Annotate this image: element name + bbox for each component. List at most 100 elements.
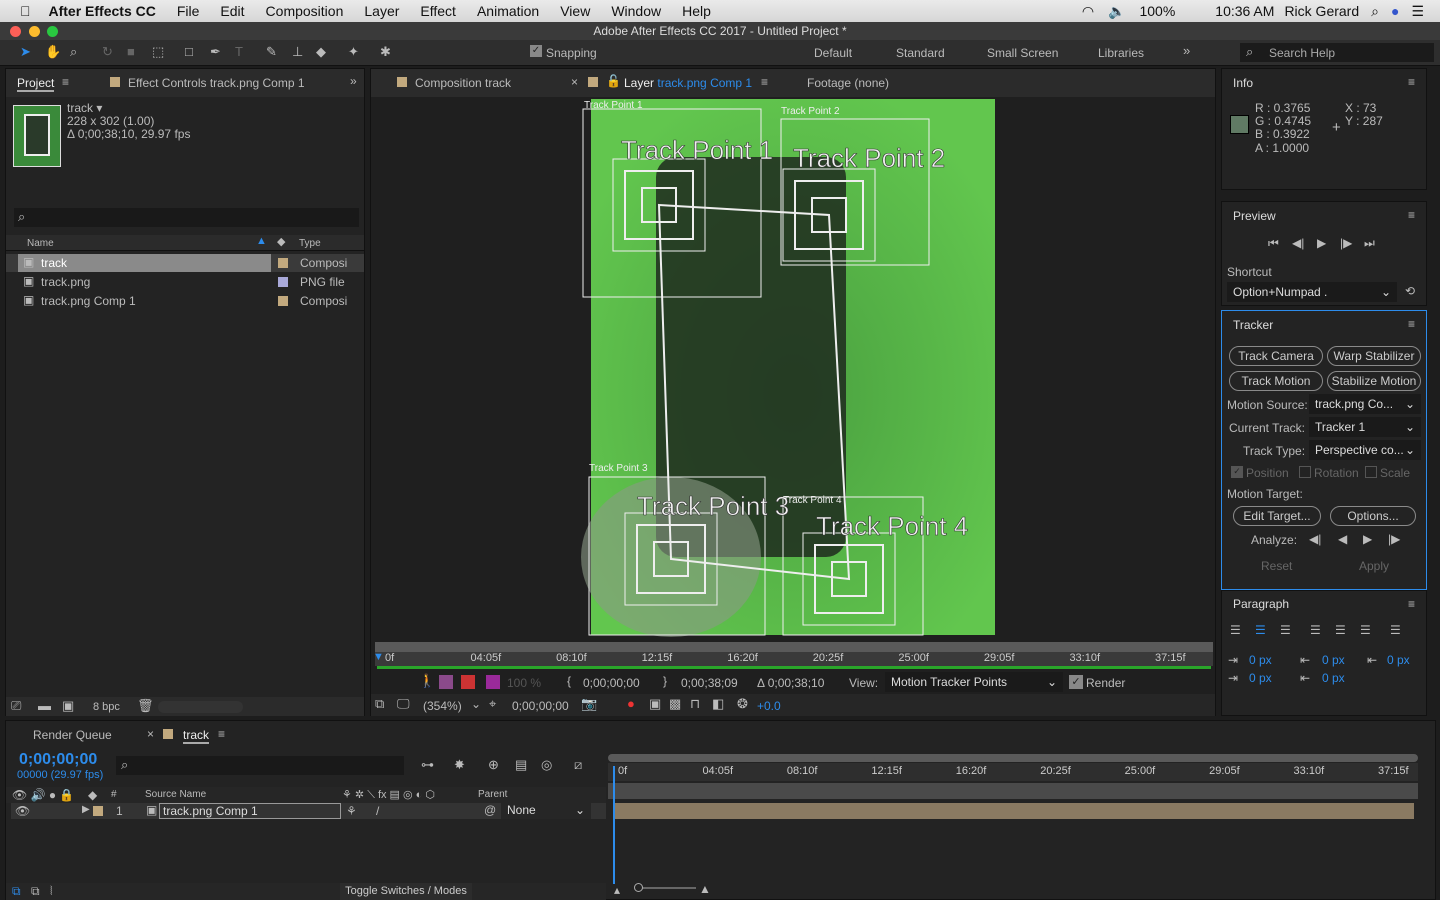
warp-stabilizer-button[interactable]: Warp Stabilizer bbox=[1327, 346, 1421, 366]
analyze-backward-one-icon[interactable]: ◀| bbox=[1309, 532, 1321, 546]
project-item[interactable]: ▣ track.png PNG file bbox=[6, 273, 364, 291]
label-tag-icon[interactable]: ◆ bbox=[277, 235, 285, 248]
onion-skin-icon[interactable] bbox=[439, 675, 453, 689]
tab-layer[interactable]: Layer track.png Comp 1 bbox=[624, 76, 752, 90]
workspace-libraries[interactable]: Libraries bbox=[1098, 46, 1144, 60]
current-track-dropdown[interactable]: Tracker 1 ⌄ bbox=[1309, 417, 1421, 437]
magnification-dropdown[interactable]: (354%) bbox=[423, 699, 462, 713]
next-frame-icon[interactable]: |▶ bbox=[1340, 236, 1352, 250]
new-folder-icon[interactable]: ▬ bbox=[38, 698, 51, 713]
pickwhip-icon[interactable]: @ bbox=[484, 803, 496, 817]
new-composition-icon[interactable]: ▣ bbox=[62, 698, 74, 714]
justify-center-icon[interactable]: ☰ bbox=[1335, 623, 1346, 637]
tracker-view[interactable]: Track Point 1 Track Point 1 Track Point 2 T… bbox=[371, 97, 1215, 642]
draft-3d-icon[interactable]: ✸ bbox=[454, 757, 465, 773]
apply-button[interactable]: Apply bbox=[1359, 559, 1389, 573]
clone-stamp-tool-icon[interactable]: ⊥ bbox=[292, 44, 303, 60]
in-point[interactable]: 0;00;00;00 bbox=[583, 676, 640, 690]
toggle-mask-icon[interactable]: ▣ bbox=[649, 696, 661, 712]
indent-left-value[interactable]: 0 px bbox=[1249, 653, 1272, 667]
space-before-value[interactable]: 0 px bbox=[1322, 653, 1345, 667]
3d-view-icon[interactable]: ◧ bbox=[712, 696, 724, 712]
lock-icon[interactable]: 🔓 bbox=[606, 74, 621, 88]
play-icon[interactable]: ▶ bbox=[1317, 236, 1326, 250]
layer-name[interactable]: track.png Comp 1 bbox=[159, 803, 341, 819]
menu-effect[interactable]: Effect bbox=[420, 3, 456, 19]
layer-label-color[interactable] bbox=[93, 806, 103, 816]
workspace-standard[interactable]: Standard bbox=[896, 46, 945, 60]
align-left-icon[interactable]: ☰ bbox=[1230, 623, 1241, 637]
chevron-down-icon[interactable]: ⌄ bbox=[471, 697, 481, 711]
layer-row[interactable]: 👁 ▶ 1 ▣ track.png Comp 1 ⚘ / @ None ⌄ bbox=[11, 801, 606, 819]
analyze-forward-one-icon[interactable]: |▶ bbox=[1388, 532, 1400, 546]
project-menu-icon[interactable]: ≡ bbox=[62, 75, 69, 89]
menu-help[interactable]: Help bbox=[682, 3, 711, 19]
info-menu-icon[interactable]: ≡ bbox=[1408, 75, 1415, 89]
roto-brush-tool-icon[interactable]: ✦ bbox=[348, 44, 359, 60]
loop-icon[interactable]: ⟲ bbox=[1405, 284, 1415, 298]
always-preview-icon[interactable]: ⧉ bbox=[375, 696, 384, 712]
last-frame-icon[interactable]: ⏭ bbox=[1364, 236, 1375, 251]
track-camera-button[interactable]: Track Camera bbox=[1229, 346, 1323, 366]
label-color-icon[interactable] bbox=[278, 258, 288, 268]
close-window-button[interactable] bbox=[10, 26, 21, 37]
first-frame-icon[interactable]: ⏮ bbox=[1268, 236, 1279, 251]
volume-icon[interactable]: 🔈 bbox=[1108, 3, 1125, 20]
search-help-input[interactable]: ⌕ Search Help bbox=[1240, 43, 1434, 62]
interpret-footage-icon[interactable]: ⎚ bbox=[11, 698, 21, 714]
menu-file[interactable]: File bbox=[177, 3, 200, 19]
workspace-default[interactable]: Default bbox=[814, 46, 852, 60]
analyze-forward-icon[interactable]: ▶ bbox=[1363, 532, 1372, 546]
timeline-current-time[interactable]: 0;00;00;00 bbox=[19, 751, 97, 769]
toggle-switches-modes-button[interactable]: Toggle Switches / Modes bbox=[340, 883, 472, 900]
snapshot-icon[interactable]: 📷 bbox=[581, 696, 597, 712]
indent-right-value[interactable]: 0 px bbox=[1387, 653, 1410, 667]
project-item[interactable]: ▣ track.png Comp 1 Composi bbox=[6, 292, 364, 310]
siri-icon[interactable]: ● bbox=[1391, 3, 1399, 19]
rotation-checkbox[interactable] bbox=[1299, 466, 1311, 478]
hand-tool-icon[interactable]: ✋ bbox=[45, 44, 61, 60]
battery-label[interactable]: 100% bbox=[1139, 3, 1175, 19]
tab-render-queue[interactable]: Render Queue bbox=[33, 728, 112, 742]
sort-ascending-icon[interactable]: ▲ bbox=[256, 235, 267, 247]
timeline-search-input[interactable]: ⌕ bbox=[116, 756, 404, 775]
close-tab-icon[interactable]: × bbox=[571, 75, 578, 89]
options-button[interactable]: Options... bbox=[1330, 506, 1416, 526]
selection-tool-icon[interactable]: ➤ bbox=[20, 44, 31, 60]
channel-icon[interactable]: ● bbox=[627, 696, 635, 711]
menu-animation[interactable]: Animation bbox=[477, 3, 539, 19]
justify-right-icon[interactable]: ☰ bbox=[1360, 623, 1371, 637]
work-area-bar[interactable] bbox=[375, 642, 1213, 652]
tab-effect-controls[interactable]: Effect Controls track.png Comp 1 bbox=[128, 76, 305, 90]
graph-editor-icon[interactable]: ⧄ bbox=[574, 757, 582, 773]
expand-triangle-icon[interactable]: ▶ bbox=[82, 804, 90, 815]
transfer-controls-pane-icon[interactable]: ⧉ bbox=[31, 884, 40, 899]
region-of-interest-icon[interactable]: ⌖ bbox=[489, 696, 496, 712]
bit-depth-button[interactable]: 8 bpc bbox=[93, 701, 120, 713]
snapping-checkbox[interactable]: ✓ bbox=[530, 45, 542, 57]
analyze-backward-icon[interactable]: ◀ bbox=[1338, 532, 1347, 546]
edit-target-button[interactable]: Edit Target... bbox=[1233, 506, 1321, 526]
menu-layer[interactable]: Layer bbox=[364, 3, 399, 19]
workspace-small-screen[interactable]: Small Screen bbox=[987, 46, 1058, 60]
menu-view[interactable]: View bbox=[560, 3, 590, 19]
menu-window[interactable]: Window bbox=[611, 3, 661, 19]
layer-menu-icon[interactable]: ≡ bbox=[761, 75, 768, 89]
user-name[interactable]: Rick Gerard bbox=[1284, 3, 1359, 19]
align-right-icon[interactable]: ☰ bbox=[1280, 623, 1291, 637]
in-out-pane-icon[interactable]: ⦚ bbox=[50, 884, 53, 899]
zoom-out-icon[interactable]: ▴ bbox=[614, 883, 620, 897]
transparency-grid-icon[interactable]: ▩ bbox=[669, 696, 681, 712]
clock[interactable]: 10:36 AM bbox=[1215, 3, 1274, 19]
set-in-icon[interactable]: { bbox=[567, 674, 571, 688]
puppet-tool-icon[interactable]: ✱ bbox=[380, 44, 391, 60]
render-onion-icon[interactable] bbox=[461, 675, 475, 689]
guides-icon[interactable]: ⊓ bbox=[690, 696, 700, 712]
tab-track[interactable]: track bbox=[183, 728, 210, 744]
zoom-in-icon[interactable]: ▲ bbox=[699, 882, 711, 896]
reset-button[interactable]: Reset bbox=[1261, 559, 1292, 573]
motion-source-dropdown[interactable]: track.png Co... ⌄ bbox=[1309, 394, 1421, 414]
timeline-menu-icon[interactable]: ≡ bbox=[218, 727, 225, 741]
wifi-icon[interactable]: ◠ bbox=[1082, 3, 1094, 20]
motion-blur-icon[interactable]: ◎ bbox=[541, 757, 552, 773]
